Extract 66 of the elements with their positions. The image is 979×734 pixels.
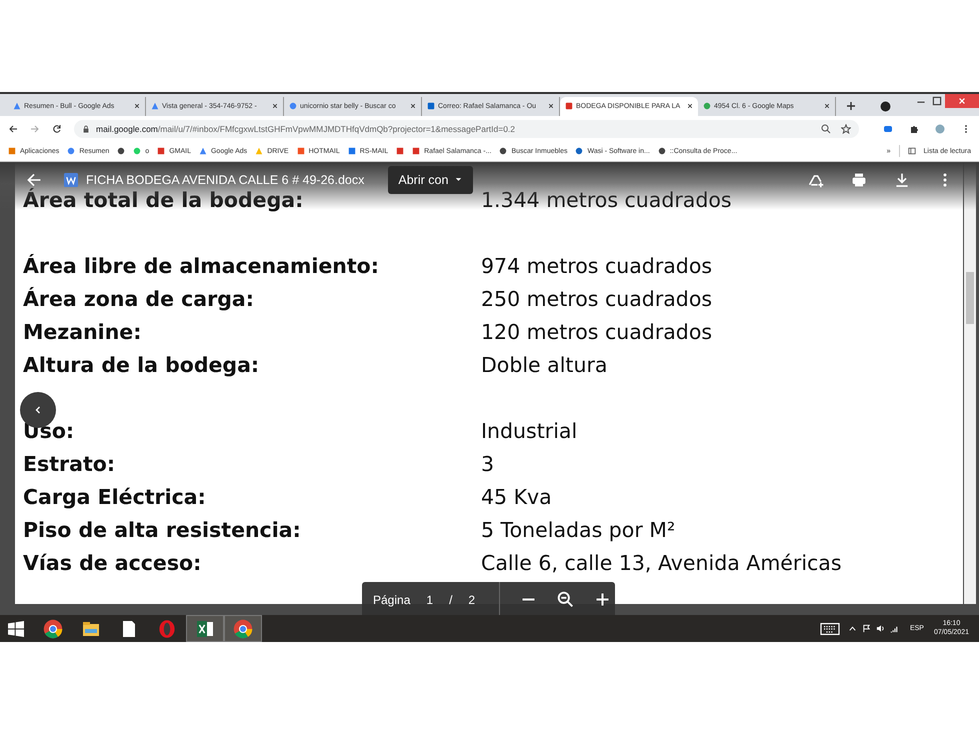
lock-icon: [82, 124, 90, 133]
file-name: FICHA BODEGA AVENIDA CALLE 6 # 49-26.docx: [86, 172, 364, 187]
taskbar-app[interactable]: [186, 615, 224, 642]
field-label: Área zona de carga:: [23, 287, 254, 312]
close-tab-icon[interactable]: [687, 103, 693, 110]
circle-logo-icon: [43, 618, 63, 638]
close-tab-icon[interactable]: [410, 103, 416, 110]
field-value: 1.344 metros cuadrados: [481, 188, 732, 212]
circle-logo-icon: [233, 618, 253, 638]
field-label: Vías de acceso:: [23, 551, 202, 576]
flag-icon[interactable]: [862, 624, 871, 633]
field-value: Doble altura: [481, 353, 608, 378]
close-tab-icon[interactable]: [824, 103, 830, 110]
caret-icon[interactable]: [848, 624, 857, 633]
field-label: Carga Eléctrica:: [23, 485, 206, 510]
plus-icon[interactable]: [594, 591, 612, 608]
zoom-out-icon[interactable]: [557, 591, 574, 608]
field-value: 45 Kva: [481, 485, 552, 510]
field-value: 5 Toneladas por M²: [481, 518, 676, 542]
field-value: Industrial: [481, 419, 578, 444]
open-with-button[interactable]: Abrir con: [388, 166, 474, 194]
field-value: 120 metros cuadrados: [481, 320, 712, 344]
list-icon[interactable]: [908, 147, 916, 156]
start-icon[interactable]: [8, 620, 24, 636]
field-label: Área total de la bodega:: [23, 188, 304, 212]
circle-logo-icon[interactable]: [575, 147, 584, 156]
page-label: Página: [373, 592, 410, 607]
field-label: Estrato:: [23, 452, 116, 476]
close-window-button[interactable]: [945, 94, 979, 108]
field-value: Calle 6, calle 13, Avenida Américas: [481, 551, 842, 576]
triangle-logo-icon: [151, 102, 159, 110]
zoom-icon[interactable]: [821, 124, 831, 134]
scrollbar[interactable]: [964, 162, 976, 604]
chevron-left-icon: [33, 404, 43, 415]
reload-icon[interactable]: [52, 124, 62, 134]
field-label: Altura de la bodega:: [23, 353, 260, 378]
puzzle-icon[interactable]: [909, 124, 919, 134]
speaker-icon[interactable]: [876, 624, 885, 633]
page-total: 2: [468, 592, 476, 607]
word-document-icon: [64, 172, 78, 187]
page-separator: /: [449, 592, 452, 607]
triangle-logo-icon[interactable]: [198, 147, 207, 156]
close-tab-icon[interactable]: [134, 103, 140, 110]
profile-icon[interactable]: [880, 100, 891, 112]
triangle-logo-icon: [13, 102, 21, 110]
close-icon: [958, 97, 966, 105]
address-bar[interactable]: mail.google.com/mail/u/7/#inbox/FMfcgxwLtstGHFmVpwMMJMDTHfqVdmQb?projector=1&messagePartId=0.2: [74, 120, 859, 138]
new-tab-icon[interactable]: [846, 100, 856, 111]
back-icon[interactable]: [8, 124, 18, 134]
field-label: Área libre de almacenamiento:: [23, 254, 379, 278]
signal-icon[interactable]: [890, 624, 899, 633]
extension-icon[interactable]: [883, 124, 893, 134]
field-label: Piso de alta resistencia:: [23, 518, 301, 542]
print-icon[interactable]: [851, 172, 867, 188]
keyboard-icon[interactable]: [820, 622, 840, 634]
spreadsheet-icon: [195, 618, 215, 638]
close-tab-icon[interactable]: [272, 103, 278, 110]
download-icon[interactable]: [894, 172, 910, 188]
star-icon[interactable]: [841, 124, 851, 134]
field-label: Mezanine:: [23, 320, 142, 344]
close-tab-icon[interactable]: [548, 103, 554, 110]
ring-logo-icon: [157, 618, 177, 638]
field-value: 974 metros cuadrados: [481, 254, 712, 278]
page-number: 1: [426, 592, 434, 607]
field-value: 250 metros cuadrados: [481, 287, 712, 312]
field-value: 3: [481, 452, 494, 476]
